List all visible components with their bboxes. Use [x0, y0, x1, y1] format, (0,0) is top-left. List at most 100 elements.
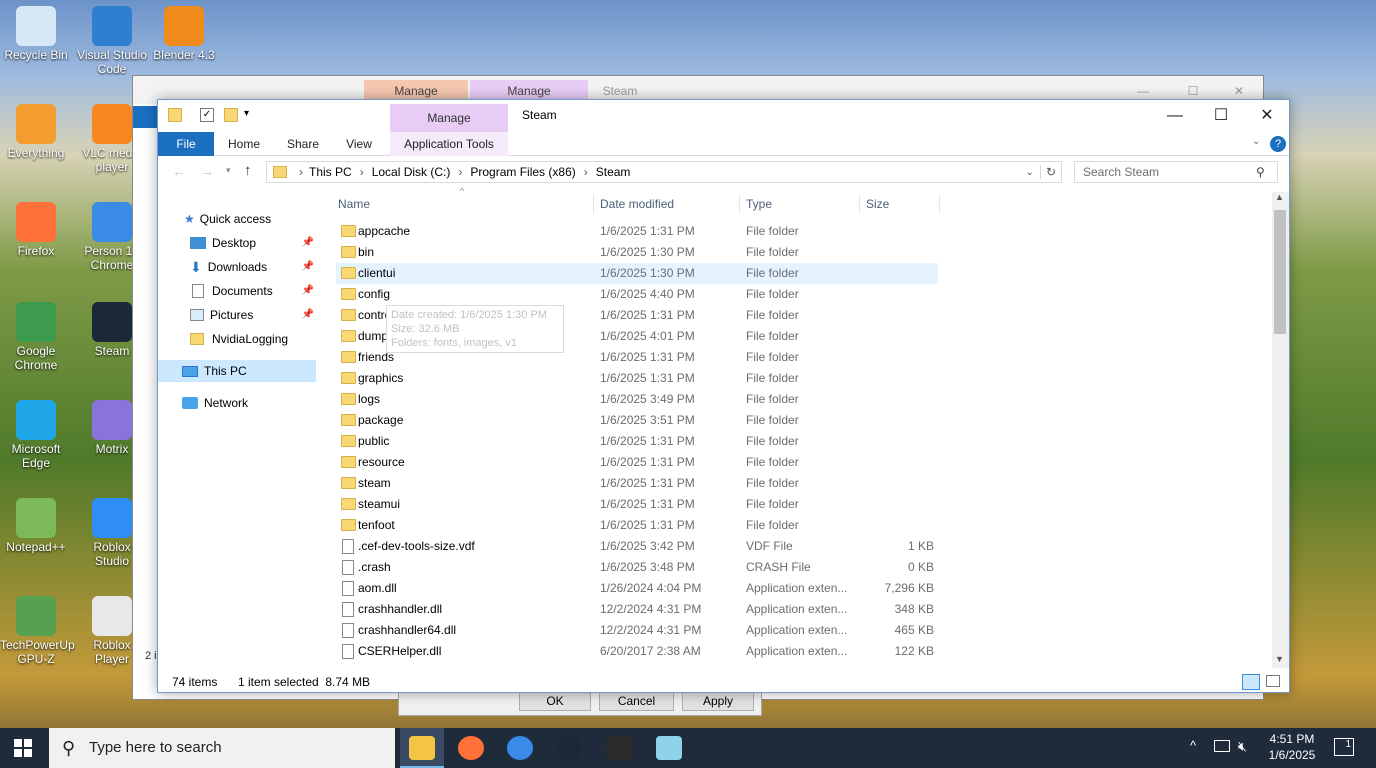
forward-arrow-icon[interactable]: →	[200, 163, 214, 179]
cell-type: File folder	[746, 308, 799, 322]
file-row[interactable]: public 1/6/2025 1:31 PM File folder	[336, 431, 938, 452]
taskbar-notepad-icon[interactable]	[656, 736, 682, 760]
new-folder-icon[interactable]	[224, 108, 238, 122]
breadcrumb-local-disk[interactable]: Local Disk (C:)	[372, 165, 451, 179]
start-button[interactable]	[14, 739, 32, 757]
tray-chevron-icon[interactable]: ^	[1190, 738, 1196, 753]
taskbar-chrome-icon[interactable]	[507, 736, 533, 760]
large-icons-view-icon[interactable]	[1266, 675, 1280, 687]
desktop-icon-notepad-[interactable]: Notepad++	[0, 498, 72, 554]
nav-this-pc[interactable]: This PC	[158, 360, 316, 382]
ok-button[interactable]: OK	[519, 691, 591, 711]
properties-check-icon[interactable]: ✓	[200, 108, 214, 122]
file-row[interactable]: crashhandler64.dll 12/2/2024 4:31 PM Appli…	[336, 620, 938, 641]
file-row[interactable]: resource 1/6/2025 1:31 PM File folder	[336, 452, 938, 473]
taskbar-firefox-icon[interactable]	[458, 736, 484, 760]
nav-network[interactable]: Network	[182, 392, 248, 414]
taskbar-steam-icon[interactable]	[556, 736, 582, 760]
file-row[interactable]: appcache 1/6/2025 1:31 PM File folder	[336, 221, 938, 242]
up-arrow-icon[interactable]: ↑	[244, 162, 252, 179]
breadcrumb-steam[interactable]: Steam	[596, 165, 631, 179]
search-input[interactable]: Search Steam	[1074, 161, 1278, 183]
scroll-down-icon[interactable]: ▼	[1275, 654, 1284, 664]
help-icon[interactable]: ?	[1270, 136, 1286, 152]
cell-date: 1/6/2025 1:31 PM	[600, 518, 695, 532]
minimize-button[interactable]: —	[1152, 100, 1198, 132]
file-row[interactable]: bin 1/6/2025 1:30 PM File folder	[336, 242, 938, 263]
file-row[interactable]: graphics 1/6/2025 1:31 PM File folder	[336, 368, 938, 389]
tab-home[interactable]: Home	[220, 132, 268, 156]
pin-icon[interactable]: 📌	[302, 280, 314, 302]
volume-muted-icon[interactable]: 🔇︎	[1238, 738, 1247, 755]
pin-icon[interactable]: 📌	[302, 304, 314, 326]
close-button[interactable]: ✕	[1244, 100, 1290, 132]
recent-locations-icon[interactable]: ▾	[226, 165, 231, 176]
nav-pictures[interactable]: Pictures 📌	[190, 304, 314, 326]
file-row[interactable]: aom.dll 1/26/2024 4:04 PM Application exte…	[336, 578, 938, 599]
maximize-button[interactable]: ☐	[1198, 100, 1244, 132]
taskbar-terminal-icon[interactable]	[606, 736, 632, 760]
pin-icon[interactable]: 📌	[302, 256, 314, 278]
file-row[interactable]: logs 1/6/2025 3:49 PM File folder	[336, 389, 938, 410]
file-row[interactable]: config 1/6/2025 4:40 PM File folder	[336, 284, 938, 305]
ribbon-expand-icon[interactable]: ⌄	[1252, 136, 1260, 147]
tab-file[interactable]: File	[158, 132, 214, 156]
navigation-bar: ← → ▾ ↑ › This PC › Local Disk (C:) › Pr…	[158, 156, 1289, 188]
details-view-icon[interactable]	[1242, 674, 1260, 690]
file-row[interactable]: crashhandler.dll 12/2/2024 4:31 PM Applica…	[336, 599, 938, 620]
explorer-window[interactable]: ✓ ▾ Manage Steam — ☐ ✕ File Home Share V…	[157, 99, 1290, 693]
cell-date: 1/6/2025 3:48 PM	[600, 560, 695, 574]
cancel-button[interactable]: Cancel	[599, 691, 674, 711]
pin-icon[interactable]: 📌	[302, 232, 314, 254]
refresh-icon[interactable]: ↻	[1039, 165, 1061, 179]
scroll-up-icon[interactable]: ▲	[1275, 192, 1284, 202]
taskbar-file-explorer-icon[interactable]	[409, 736, 435, 760]
file-row[interactable]: CSERHelper.dll 6/20/2017 2:38 AM Applicati…	[336, 641, 938, 662]
cell-size: 7,296 KB	[884, 581, 934, 595]
bg-file-tab[interactable]	[133, 106, 157, 128]
nav-downloads[interactable]: ⬇ Downloads 📌	[190, 256, 314, 278]
address-bar[interactable]: › This PC › Local Disk (C:) › Program Fi…	[266, 161, 1062, 183]
desktop-icon-visual-studio-code[interactable]: Visual Studio Code	[76, 6, 148, 76]
column-type[interactable]: Type	[746, 192, 856, 216]
desktop-icon-google-chrome[interactable]: Google Chrome	[0, 302, 72, 372]
desktop-icon-techpowerup-gpu-z[interactable]: TechPowerUp GPU-Z	[0, 596, 75, 666]
file-row[interactable]: .crash 1/6/2025 3:48 PM CRASH File 0 KB	[336, 557, 938, 578]
column-name[interactable]: Name	[338, 192, 592, 216]
address-dropdown-icon[interactable]: ⌄	[1026, 167, 1034, 178]
desktop-icon-recycle-bin[interactable]: Recycle Bin	[0, 6, 72, 62]
file-icon	[342, 581, 354, 596]
desktop-icon-everything[interactable]: Everything	[0, 104, 72, 160]
tab-share[interactable]: Share	[278, 132, 328, 156]
nav-desktop[interactable]: Desktop 📌	[190, 232, 314, 254]
column-size[interactable]: Size	[866, 192, 938, 216]
title-bar[interactable]: ✓ ▾ Manage Steam — ☐ ✕	[158, 100, 1289, 132]
tab-application-tools[interactable]: Application Tools	[390, 132, 508, 156]
clock[interactable]: 4:51 PM 1/6/2025	[1262, 731, 1322, 763]
file-row[interactable]: steamui 1/6/2025 1:31 PM File folder	[336, 494, 938, 515]
scrollbar-thumb[interactable]	[1274, 210, 1286, 334]
desktop-icon-firefox[interactable]: Firefox	[0, 202, 72, 258]
column-date-modified[interactable]: Date modified	[600, 192, 736, 216]
nav-nvidialogging[interactable]: NvidiaLogging	[190, 328, 288, 350]
notifications-icon[interactable]: 1	[1334, 738, 1354, 756]
back-arrow-icon[interactable]: ←	[172, 163, 186, 179]
nav-documents[interactable]: Documents 📌	[190, 280, 314, 302]
manage-context-tab[interactable]: Manage	[390, 104, 508, 132]
breadcrumb-program-files[interactable]: Program Files (x86)	[470, 165, 575, 179]
file-row[interactable]: tenfoot 1/6/2025 1:31 PM File folder	[336, 515, 938, 536]
quick-access-toolbar-dropdown-icon[interactable]: ▾	[244, 108, 249, 119]
file-row[interactable]: .cef-dev-tools-size.vdf 1/6/2025 3:42 PM V…	[336, 536, 938, 557]
breadcrumb-this-pc[interactable]: This PC	[309, 165, 352, 179]
nav-quick-access[interactable]: ★ Quick access	[184, 208, 271, 230]
network-tray-icon[interactable]	[1214, 740, 1230, 752]
file-row[interactable]: package 1/6/2025 3:51 PM File folder	[336, 410, 938, 431]
taskbar-search-input[interactable]: Type here to search	[49, 728, 395, 768]
file-row[interactable]: clientui 1/6/2025 1:30 PM File folder	[336, 263, 938, 284]
apply-button[interactable]: Apply	[682, 691, 754, 711]
file-row[interactable]: steam 1/6/2025 1:31 PM File folder	[336, 473, 938, 494]
desktop-icon-blender-4-3[interactable]: Blender 4.3	[148, 6, 220, 62]
vertical-scrollbar[interactable]: ▲ ▼	[1272, 192, 1289, 668]
desktop-icon-microsoft-edge[interactable]: Microsoft Edge	[0, 400, 72, 470]
tab-view[interactable]: View	[336, 132, 382, 156]
